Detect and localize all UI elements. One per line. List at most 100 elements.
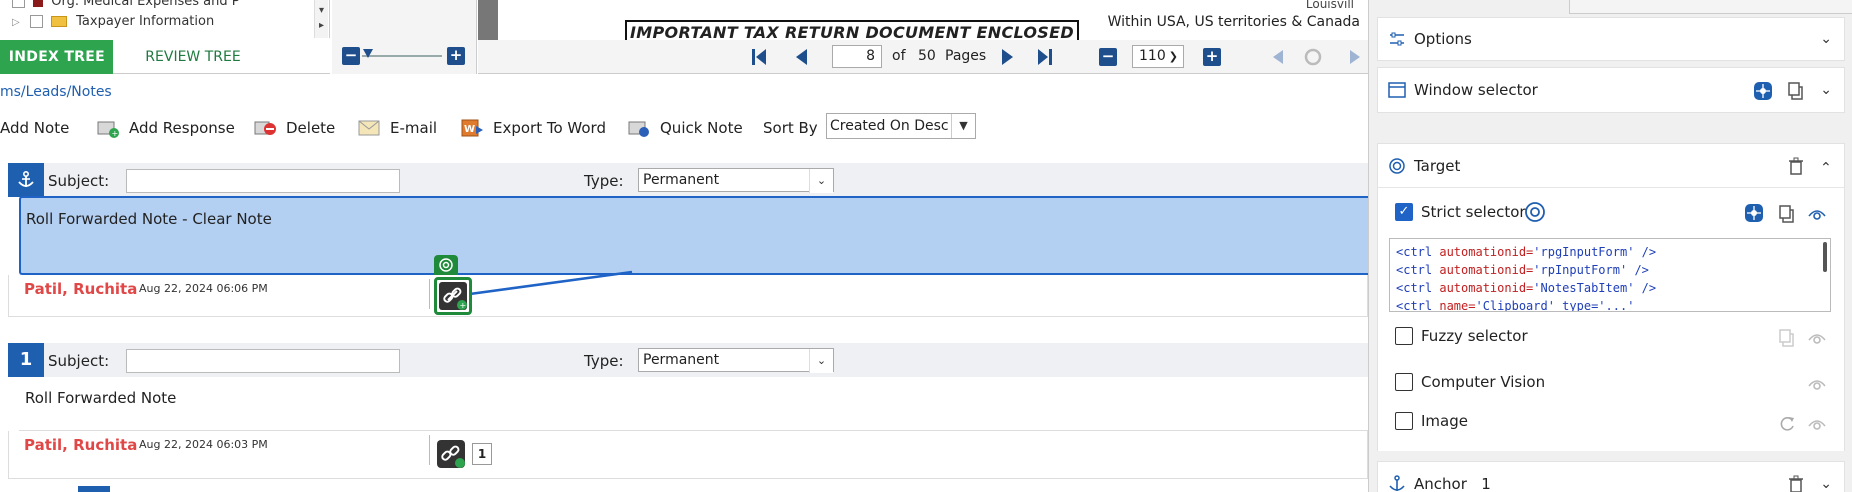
quick-note-button[interactable]: Quick Note (627, 114, 743, 142)
selector-editor-icon[interactable] (1744, 203, 1764, 223)
note-text: Roll Forwarded Note (25, 389, 177, 407)
chevron-down-icon[interactable]: ⌄ (1820, 82, 1832, 98)
copy-icon[interactable] (1786, 81, 1806, 101)
tree-checkbox[interactable] (12, 0, 25, 8)
panel-top-strip (1369, 0, 1852, 14)
target-overlay-badge[interactable] (434, 255, 458, 275)
email-button[interactable]: E-mail (357, 114, 437, 142)
type-select[interactable]: Permanent ⌄ (638, 168, 834, 193)
target-header[interactable]: Target ⌄ (1378, 144, 1844, 188)
eye-icon[interactable] (1807, 328, 1827, 348)
tree-checkbox[interactable] (29, 15, 43, 28)
tree-row-partial[interactable]: Org. Medical Expenses and P (12, 0, 240, 9)
add-response-icon: + (97, 121, 119, 138)
add-response-button[interactable]: + Add Response (96, 114, 235, 142)
image-label: Image (1421, 412, 1468, 430)
anchor-icon (1389, 475, 1405, 491)
chevron-down-icon[interactable]: ⌄ (1820, 476, 1832, 492)
copy-icon[interactable] (1777, 204, 1797, 224)
zoom-level-select[interactable]: 110 ❯ (1132, 45, 1184, 68)
refresh-icon[interactable] (1303, 47, 1323, 67)
eye-icon[interactable] (1807, 374, 1827, 394)
strict-selector-checkbox[interactable]: ✓ (1395, 203, 1413, 221)
expand-arrow-icon[interactable]: ▷ (12, 17, 20, 28)
eye-icon[interactable] (1807, 204, 1827, 224)
highlighted-link-button[interactable]: + (434, 277, 472, 315)
quick-note-label: Quick Note (660, 119, 743, 137)
selector-code-box[interactable]: <ctrl automationid='rpgInputForm' /> <ct… (1389, 238, 1831, 312)
anchor-section[interactable]: Anchor 1 ⌄ (1377, 461, 1845, 492)
rotate-forward-icon[interactable] (1350, 50, 1360, 64)
tree-row-label: Org. Medical Expenses and P (51, 0, 240, 9)
anchor-icon (18, 170, 34, 187)
note-body-selected[interactable]: Roll Forwarded Note - Clear Note (19, 196, 1368, 275)
tree-row-taxpayer[interactable]: ▷ Taxpayer Information (12, 14, 214, 29)
code-line: <ctrl name='Clipboard' type='...' (1396, 299, 1635, 312)
eye-icon[interactable] (1807, 414, 1827, 434)
export-word-label: Export To Word (493, 119, 606, 137)
sort-by-select[interactable]: Created On Desc ▼ (826, 113, 976, 139)
anchor-count: 1 (1481, 475, 1491, 492)
chevron-down-icon[interactable]: ▼ (951, 114, 975, 138)
note-footer: Patil, Ruchita Aug 22, 2024 06:03 PM 1 (8, 431, 1368, 479)
next-page-icon[interactable] (1002, 49, 1013, 65)
trash-icon[interactable] (1786, 156, 1806, 176)
options-section[interactable]: Options ⌄ (1377, 17, 1845, 61)
zoom-slider-thumb[interactable] (363, 49, 373, 58)
breadcrumb[interactable]: ms/Leads/Notes (0, 84, 112, 100)
note-number-badge: 1 (8, 343, 44, 377)
add-note-button[interactable]: Add Note (0, 114, 69, 142)
chevron-down-icon[interactable]: ⌄ (809, 349, 833, 373)
type-select[interactable]: Permanent ⌄ (638, 348, 834, 373)
window-selector-section[interactable]: Window selector ⌄ (1377, 67, 1845, 113)
first-page-icon[interactable] (752, 49, 766, 65)
chevron-up-icon[interactable]: ⌄ (1820, 158, 1832, 174)
document-side-text: Within USA, US territories & Canada (1107, 14, 1360, 30)
add-note-label: Add Note (0, 119, 70, 137)
chevron-down-icon[interactable]: ⌄ (1820, 31, 1832, 47)
anchor-badge (8, 163, 44, 197)
link-button[interactable] (437, 440, 465, 468)
rotate-back-icon[interactable] (1273, 50, 1283, 64)
delete-icon (254, 121, 276, 135)
strict-target-icon[interactable] (1524, 201, 1546, 223)
zoom-in-button[interactable]: + (447, 47, 465, 65)
chevron-down-icon[interactable]: ❯ (1169, 46, 1178, 67)
code-scrollbar[interactable] (1823, 242, 1827, 272)
tree-scrollbar[interactable]: ▾ ▸ (314, 0, 328, 38)
tab-review-tree[interactable]: REVIEW TREE (113, 40, 273, 74)
thumbnail-zoom-pane: − + (332, 0, 477, 74)
fuzzy-selector-checkbox[interactable] (1395, 327, 1413, 345)
computer-vision-checkbox[interactable] (1395, 373, 1413, 391)
code-line: <ctrl automationid='NotesTabItem' /> (1396, 281, 1657, 295)
prev-page-icon[interactable] (796, 49, 807, 65)
divider (429, 435, 430, 465)
zoom-slider-track[interactable] (362, 55, 442, 57)
note-author: Patil, Ruchita (24, 280, 138, 298)
viewer-zoom-out-button[interactable]: − (1099, 48, 1117, 66)
image-checkbox[interactable] (1395, 412, 1413, 430)
strict-selector-label: Strict selector (1421, 203, 1526, 221)
chevron-down-icon[interactable]: ⌄ (809, 169, 833, 193)
copy-icon[interactable] (1777, 328, 1797, 348)
tree-pane: Org. Medical Expenses and P ▷ Taxpayer I… (0, 0, 330, 38)
subject-input[interactable] (126, 349, 400, 373)
scroll-right-icon[interactable]: ▸ (315, 20, 328, 31)
zoom-out-button[interactable]: − (342, 47, 360, 65)
page-number-input[interactable]: 8 (832, 45, 882, 68)
selector-target-icon[interactable] (1753, 81, 1773, 101)
export-to-word-button[interactable]: W Export To Word (460, 114, 606, 142)
last-page-icon[interactable] (1038, 49, 1052, 65)
delete-button[interactable]: Delete (253, 114, 335, 142)
tab-index-tree[interactable]: INDEX TREE (0, 40, 113, 74)
trash-icon[interactable] (1786, 474, 1806, 492)
link-icon (441, 445, 465, 468)
panel-top-tab[interactable] (1569, 0, 1852, 14)
document-city: Louisvill (1305, 0, 1354, 11)
reset-icon[interactable] (1777, 414, 1797, 434)
subject-input[interactable] (126, 169, 400, 193)
scroll-down-icon[interactable]: ▾ (315, 5, 328, 16)
viewer-zoom-in-button[interactable]: + (1203, 48, 1221, 66)
note-body[interactable]: Roll Forwarded Note (19, 377, 1368, 431)
window-selector-title: Window selector (1414, 81, 1538, 99)
